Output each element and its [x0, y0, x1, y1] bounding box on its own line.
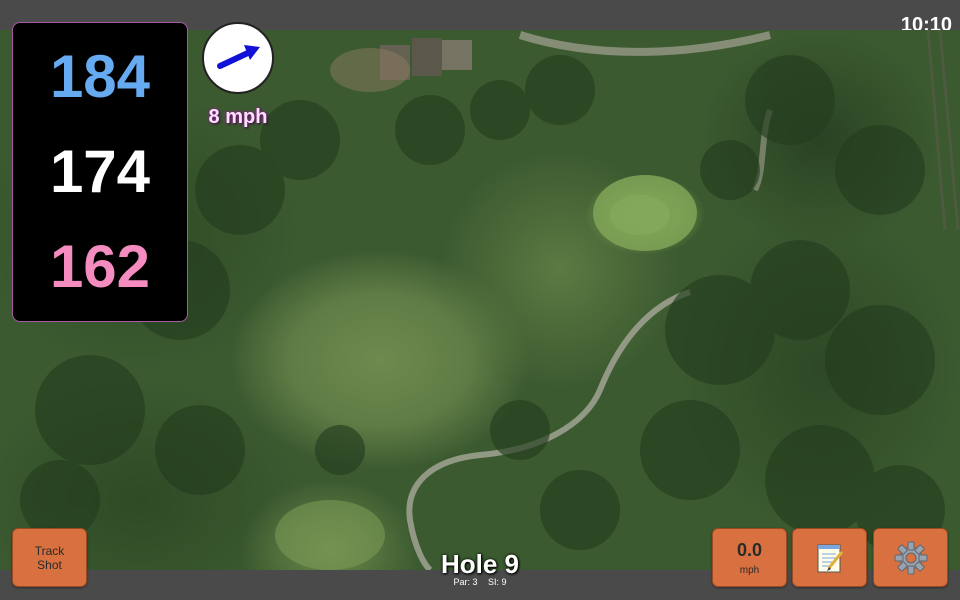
wind-speed: 8 mph: [208, 106, 268, 128]
gear-icon: [894, 541, 927, 574]
track-shot-label-line2: Shot: [37, 557, 62, 572]
wind-arrow-icon: [217, 45, 260, 69]
front-distance: 162: [49, 233, 151, 301]
hole-par: Par: 3: [453, 577, 478, 587]
settings-button[interactable]: [873, 528, 948, 587]
track-shot-label-line1: Track: [34, 543, 65, 558]
notes-button[interactable]: [792, 528, 867, 587]
hole-title: Hole 9: [440, 549, 520, 579]
track-shot-button[interactable]: Track Shot: [12, 528, 87, 587]
hole-meta: Par: 3 SI: 9: [380, 577, 580, 587]
middle-distance: 174: [49, 137, 151, 205]
wind-dial: [202, 22, 274, 94]
notepad-icon: [817, 544, 843, 572]
speed-value: 0.0: [736, 539, 763, 560]
back-distance: 184: [49, 42, 151, 110]
hole-si: SI: 9: [488, 577, 507, 587]
speed-button[interactable]: 0.0 mph: [712, 528, 787, 587]
distance-panel: 184 174 162: [12, 22, 188, 322]
speed-unit: mph: [739, 564, 760, 576]
